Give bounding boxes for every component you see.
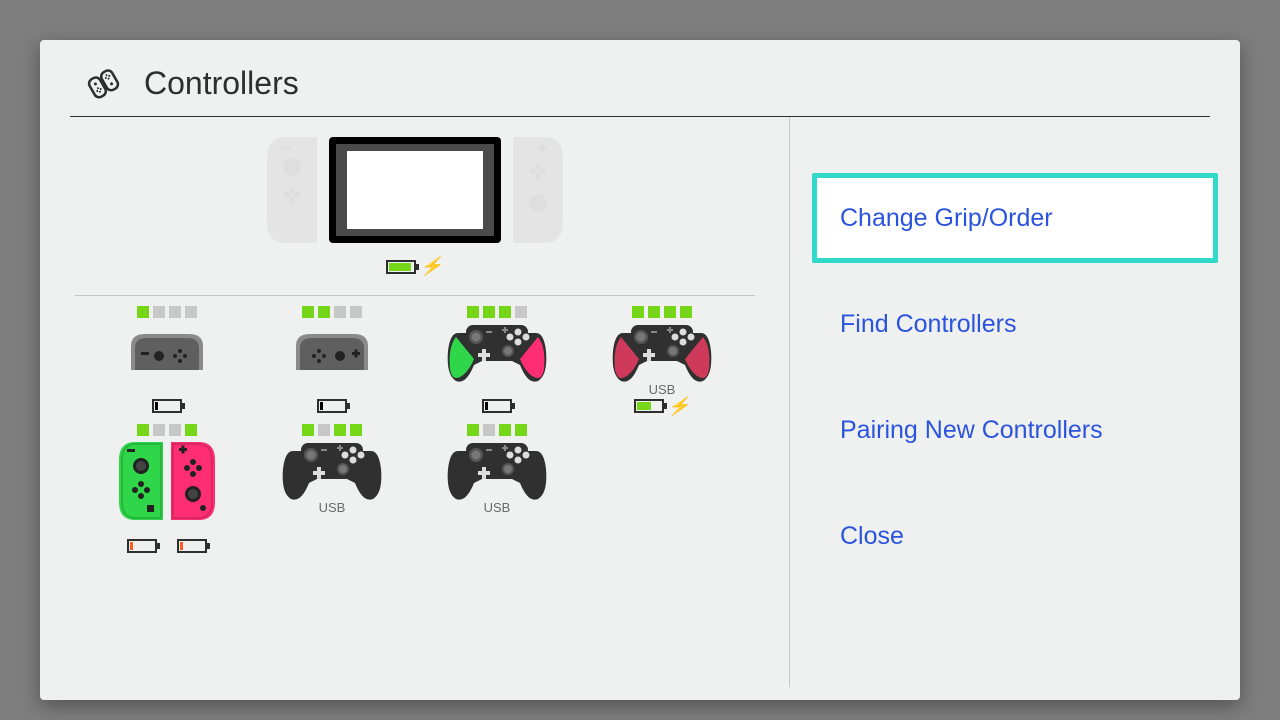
menu: Change Grip/Order Find Controllers Pairing… xyxy=(790,117,1240,687)
menu-item-change-grip-order[interactable]: Change Grip/Order xyxy=(812,173,1218,263)
console-row xyxy=(267,137,563,248)
joycon-right-ghost-icon xyxy=(513,137,563,248)
led-icon xyxy=(137,306,149,318)
divider xyxy=(75,295,755,296)
controller-icon xyxy=(296,324,368,380)
battery-icon xyxy=(482,399,512,413)
led-icon xyxy=(169,306,181,318)
controller-grid: USB ⚡ xyxy=(40,306,789,556)
player-leds xyxy=(467,424,527,436)
controllers-panel: Controllers ⚡ xyxy=(40,40,1240,700)
led-icon xyxy=(185,306,197,318)
controller-slot xyxy=(415,306,580,416)
battery-icon xyxy=(177,539,207,553)
battery-icon xyxy=(386,260,416,274)
player-leds xyxy=(137,306,197,318)
battery-row xyxy=(482,396,512,416)
led-icon xyxy=(302,424,314,436)
led-icon xyxy=(169,424,181,436)
menu-item-find-controllers[interactable]: Find Controllers xyxy=(812,279,1218,369)
battery-row xyxy=(317,396,347,416)
led-icon xyxy=(334,424,346,436)
led-icon xyxy=(648,306,660,318)
led-icon xyxy=(515,306,527,318)
led-icon xyxy=(483,306,495,318)
led-icon xyxy=(680,306,692,318)
header: Controllers xyxy=(40,40,1240,116)
controllers-display: ⚡ xyxy=(40,117,790,687)
battery-row xyxy=(127,536,207,556)
charging-bolt-icon: ⚡ xyxy=(420,256,442,277)
controller-slot: USB xyxy=(415,424,580,556)
console-screen-icon xyxy=(329,137,501,248)
led-icon xyxy=(153,424,165,436)
menu-item-close[interactable]: Close xyxy=(812,491,1218,581)
controller-icon xyxy=(446,324,548,380)
battery-icon xyxy=(152,399,182,413)
battery-icon xyxy=(634,399,664,413)
battery-row: ⚡ xyxy=(634,396,690,416)
console-battery: ⚡ xyxy=(386,256,442,277)
usb-label: USB xyxy=(319,500,346,514)
led-icon xyxy=(137,424,149,436)
player-leds xyxy=(467,306,527,318)
led-icon xyxy=(515,424,527,436)
usb-label: USB xyxy=(484,500,511,514)
led-icon xyxy=(350,306,362,318)
led-icon xyxy=(318,424,330,436)
battery-icon xyxy=(317,399,347,413)
led-icon xyxy=(334,306,346,318)
player-leds xyxy=(632,306,692,318)
joycon-left-ghost-icon xyxy=(267,137,317,248)
player-leds xyxy=(302,306,362,318)
page-title: Controllers xyxy=(144,65,299,102)
menu-item-pairing-new-controllers[interactable]: Pairing New Controllers xyxy=(812,385,1218,475)
led-icon xyxy=(664,306,676,318)
player-leds xyxy=(137,424,197,436)
controller-slot xyxy=(250,306,415,416)
led-icon xyxy=(185,424,197,436)
led-icon xyxy=(499,424,511,436)
led-icon xyxy=(350,424,362,436)
controller-icon xyxy=(119,442,215,520)
player-leds xyxy=(302,424,362,436)
battery-icon xyxy=(127,539,157,553)
led-icon xyxy=(632,306,644,318)
controller-slot: USB ⚡ xyxy=(580,306,745,416)
controller-slot xyxy=(85,306,250,416)
controllers-icon xyxy=(80,60,126,106)
led-icon xyxy=(318,306,330,318)
controller-slot: USB xyxy=(250,424,415,556)
led-icon xyxy=(467,306,479,318)
led-icon xyxy=(302,306,314,318)
controller-icon xyxy=(446,442,548,498)
controller-icon xyxy=(611,324,713,380)
usb-label: USB xyxy=(649,382,676,396)
led-icon xyxy=(467,424,479,436)
led-icon xyxy=(483,424,495,436)
led-icon xyxy=(153,306,165,318)
controller-icon xyxy=(281,442,383,498)
battery-row xyxy=(152,396,182,416)
charging-bolt-icon: ⚡ xyxy=(668,396,690,417)
controller-slot xyxy=(85,424,250,556)
led-icon xyxy=(499,306,511,318)
controller-icon xyxy=(131,324,203,380)
